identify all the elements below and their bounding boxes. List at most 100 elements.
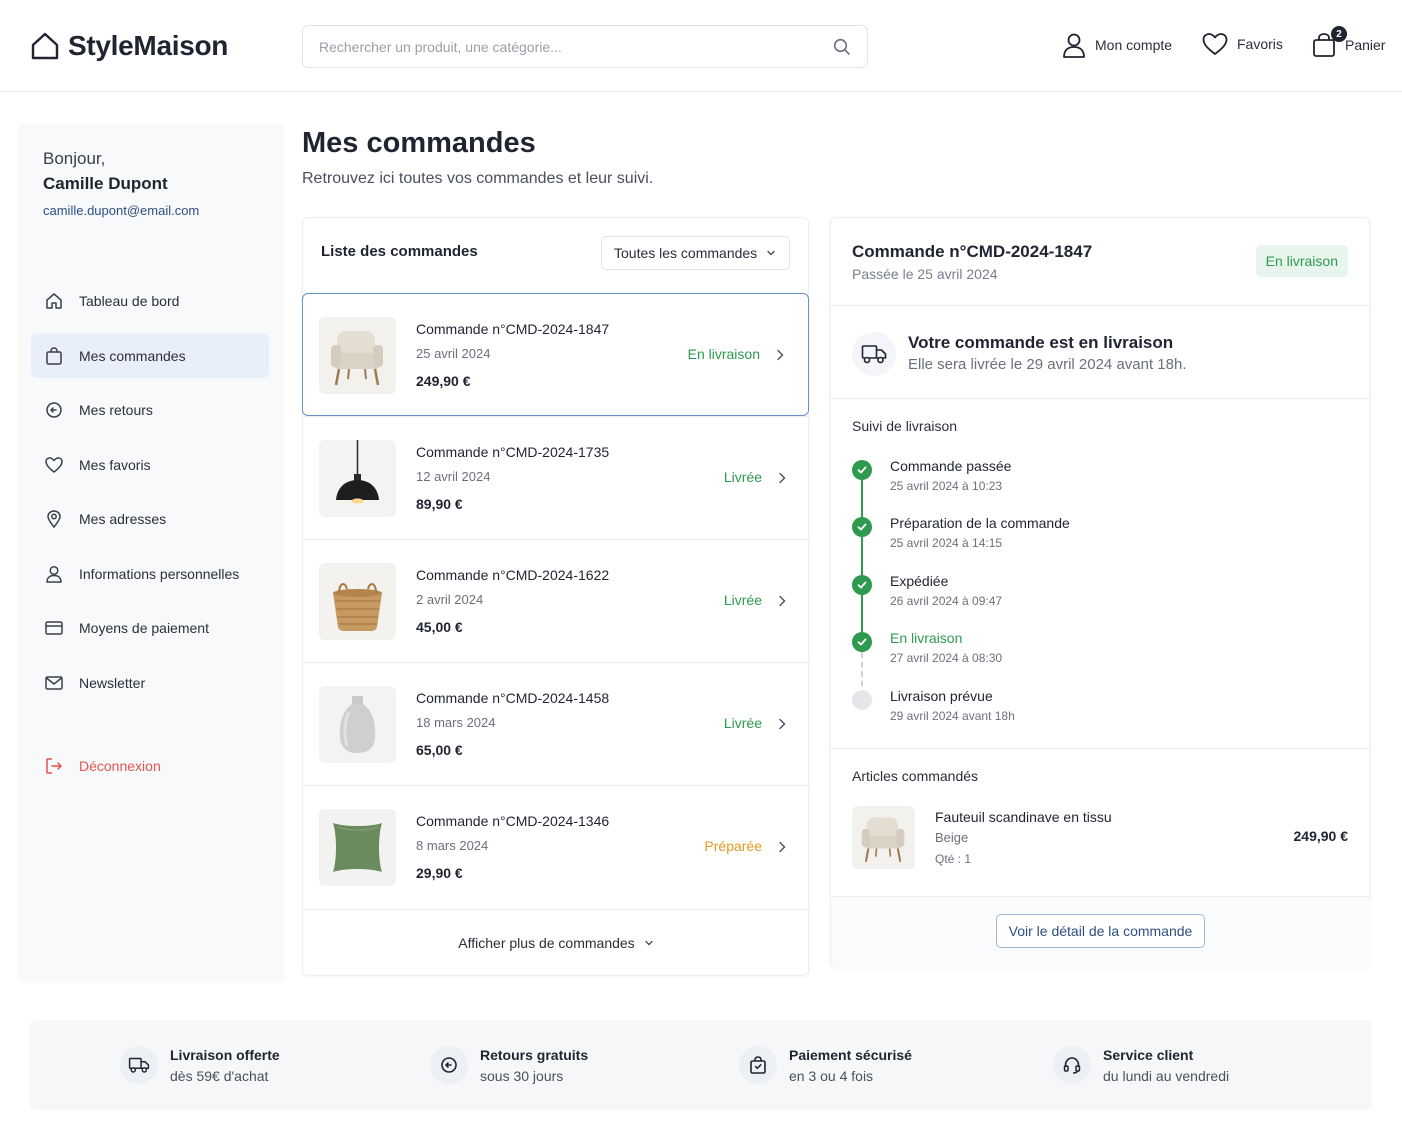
truck-icon — [852, 332, 896, 376]
cart-count-badge: 2 — [1331, 26, 1347, 42]
orders-list-card: Liste des commandes Toutes les commandes… — [302, 217, 810, 976]
logout-button[interactable]: Déconnexion — [31, 743, 269, 788]
product-thumbnail-pendant-lamp — [319, 440, 396, 517]
search-input[interactable] — [319, 38, 833, 55]
view-order-detail-button[interactable]: Voir le détail de la commande — [996, 914, 1205, 948]
sidebar-item-addresses[interactable]: Mes adresses — [31, 496, 269, 541]
feature-title: Retours gratuits — [480, 1047, 589, 1063]
return-icon — [430, 1046, 468, 1084]
sidebar-item-orders[interactable]: Mes commandes — [31, 333, 269, 378]
orders-filter-select[interactable]: Toutes les commandes — [601, 236, 790, 270]
tracking-step-label: Expédiée — [890, 573, 949, 589]
product-thumbnail-vase — [319, 686, 396, 763]
page-subtitle: Retrouvez ici toutes vos commandes et le… — [302, 170, 654, 187]
order-status: Livrée — [723, 715, 762, 731]
sidebar-item-label: Mes commandes — [79, 347, 186, 364]
orders-list-title: Liste des commandes — [321, 243, 478, 260]
cart-link[interactable]: 2 Panier — [1312, 26, 1385, 58]
order-row[interactable]: Commande n°CMD-2024-1847 25 avril 2024 2… — [302, 293, 809, 416]
feature-subtitle: du lundi au vendredi — [1103, 1068, 1230, 1084]
tracking-step-time: 25 avril 2024 à 10:23 — [890, 479, 1003, 493]
search-bar — [302, 25, 868, 68]
user-icon — [1062, 32, 1086, 58]
account-link[interactable]: Mon compte — [1062, 32, 1172, 58]
check-icon — [852, 517, 872, 537]
order-price: 45,00 € — [416, 619, 463, 635]
logo[interactable]: StyleMaison — [30, 30, 228, 62]
chevron-right-icon — [776, 717, 788, 731]
map-pin-icon — [44, 509, 64, 529]
order-row[interactable]: Commande n°CMD-2024-1622 2 avril 2024 45… — [303, 539, 810, 662]
mail-icon — [44, 673, 64, 693]
check-icon — [852, 632, 872, 652]
sidebar-item-favorites[interactable]: Mes favoris — [31, 442, 269, 487]
sidebar-item-returns[interactable]: Mes retours — [31, 387, 269, 432]
user-name: Camille Dupont — [43, 174, 168, 193]
search-icon[interactable] — [833, 38, 851, 56]
order-price: 249,90 € — [416, 373, 471, 389]
order-number: Commande n°CMD-2024-1847 — [416, 321, 610, 337]
ordered-items-title: Articles commandés — [852, 768, 979, 784]
order-date: 8 mars 2024 — [416, 838, 489, 853]
item-quantity: Qté : 1 — [935, 852, 972, 866]
feature-title: Paiement sécurisé — [789, 1047, 912, 1063]
sidebar-item-personal-info[interactable]: Informations personnelles — [31, 551, 269, 596]
order-row[interactable]: Commande n°CMD-2024-1346 8 mars 2024 29,… — [303, 785, 810, 908]
feature-subtitle: en 3 ou 4 fois — [789, 1068, 874, 1084]
item-variant: Beige — [935, 830, 969, 845]
sidebar-item-payment-methods[interactable]: Moyens de paiement — [31, 605, 269, 650]
chevron-right-icon — [776, 471, 788, 485]
feature-subtitle: dès 59€ d'achat — [170, 1068, 269, 1084]
order-date: 18 mars 2024 — [416, 715, 496, 730]
order-status: En livraison — [687, 346, 760, 362]
order-number: Commande n°CMD-2024-1458 — [416, 690, 610, 706]
product-thumbnail-armchair — [319, 317, 396, 394]
order-detail-card: Commande n°CMD-2024-1847 Passée le 25 av… — [830, 217, 1371, 968]
house-logo-icon — [30, 31, 60, 61]
feature-free-returns: Retours gratuits sous 30 jours — [430, 1044, 588, 1084]
feature-title: Service client — [1103, 1047, 1194, 1063]
sidebar-item-newsletter[interactable]: Newsletter — [31, 660, 269, 705]
page-title: Mes commandes — [302, 127, 536, 159]
order-number: Commande n°CMD-2024-1622 — [416, 567, 610, 583]
show-more-label: Afficher plus de commandes — [458, 935, 635, 951]
order-status: Livrée — [723, 469, 762, 485]
sidebar-item-label: Newsletter — [79, 674, 146, 691]
show-more-orders-button[interactable]: Afficher plus de commandes — [303, 909, 810, 976]
sidebar-item-label: Mes favoris — [79, 456, 151, 473]
favorites-label: Favoris — [1237, 36, 1283, 52]
order-date: 25 avril 2024 — [416, 346, 491, 361]
product-thumbnail-basket — [319, 563, 396, 640]
user-email: camille.dupont@email.com — [43, 203, 200, 218]
order-detail-title: Commande n°CMD-2024-1847 — [852, 242, 1093, 261]
pending-step-dot — [852, 690, 872, 710]
status-badge: En livraison — [1255, 245, 1348, 277]
heart-icon — [44, 455, 64, 475]
user-icon — [44, 564, 64, 584]
product-thumbnail-armchair — [852, 806, 915, 869]
tracking-step-label: Livraison prévue — [890, 688, 993, 704]
product-thumbnail-cushion — [319, 809, 396, 886]
order-price: 29,90 € — [416, 865, 463, 881]
order-date: 12 avril 2024 — [416, 469, 491, 484]
tracking-step-time: 26 avril 2024 à 09:47 — [890, 594, 1003, 608]
tracking-step-time: 27 avril 2024 à 08:30 — [890, 651, 1003, 665]
order-row[interactable]: Commande n°CMD-2024-1458 18 mars 2024 65… — [303, 662, 810, 785]
sidebar-item-label: Informations personnelles — [79, 565, 240, 582]
chevron-right-icon — [776, 840, 788, 854]
tracking-step-label: Commande passée — [890, 458, 1012, 474]
divider — [831, 398, 1371, 399]
home-icon — [44, 291, 64, 311]
filter-value: Toutes les commandes — [614, 245, 758, 261]
order-row[interactable]: Commande n°CMD-2024-1735 12 avril 2024 8… — [303, 416, 810, 539]
chevron-down-icon — [765, 247, 777, 259]
feature-customer-service: Service client du lundi au vendredi — [1053, 1044, 1229, 1084]
favorites-link[interactable]: Favoris — [1202, 32, 1283, 56]
tracking-step-label: En livraison — [890, 630, 963, 646]
sidebar-item-dashboard[interactable]: Tableau de bord — [31, 278, 269, 323]
secure-bag-icon — [739, 1046, 777, 1084]
chevron-down-icon — [643, 937, 655, 949]
tracking-step-label: Préparation de la commande — [890, 515, 1070, 531]
divider — [831, 748, 1371, 749]
order-number: Commande n°CMD-2024-1735 — [416, 444, 610, 460]
